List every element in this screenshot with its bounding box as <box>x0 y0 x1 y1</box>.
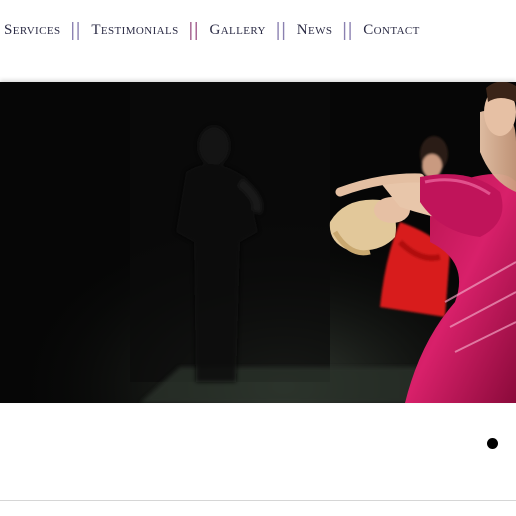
nav-item-services[interactable]: Services <box>4 22 61 39</box>
nav-item-news[interactable]: News <box>297 22 333 39</box>
nav-separator: || <box>342 18 354 41</box>
nav-separator: || <box>275 18 287 41</box>
page: Services || Testimonials || Gallery || N… <box>0 0 516 516</box>
nav-item-gallery[interactable]: Gallery <box>209 22 265 39</box>
top-navigation: Services || Testimonials || Gallery || N… <box>4 18 420 42</box>
slide-indicator-dot[interactable] <box>487 438 498 449</box>
nav-item-contact[interactable]: Contact <box>363 22 420 39</box>
nav-separator: || <box>70 18 82 41</box>
divider <box>0 500 516 501</box>
dance-photo-icon <box>0 82 516 403</box>
hero-slideshow-image[interactable] <box>0 82 516 403</box>
nav-item-testimonials[interactable]: Testimonials <box>91 22 178 39</box>
nav-separator: || <box>188 18 200 41</box>
